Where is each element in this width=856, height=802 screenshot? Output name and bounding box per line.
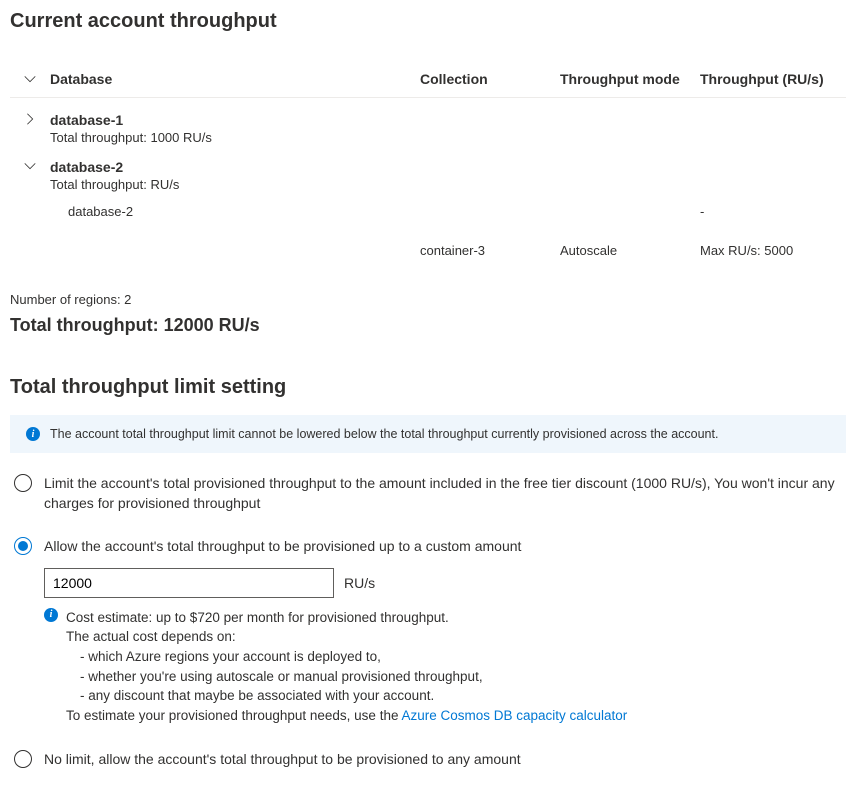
container-mode: Autoscale: [560, 243, 700, 258]
throughput-table: Database Collection Throughput mode Thro…: [10, 61, 846, 270]
container-throughput: Max RU/s: 5000: [700, 243, 846, 258]
page-title: Current account throughput: [10, 10, 846, 33]
table-row: database-2 Total throughput: RU/s: [10, 145, 846, 192]
chevron-down-icon: [23, 72, 37, 86]
total-throughput: Total throughput: 12000 RU/s: [10, 315, 846, 336]
table-row: database-2 -: [10, 192, 846, 231]
table-header-row: Database Collection Throughput mode Thro…: [10, 61, 846, 98]
unit-label: RU/s: [344, 575, 375, 591]
db2-child-name: database-2: [50, 204, 420, 219]
header-collection: Collection: [420, 71, 560, 87]
expand-toggle-db2[interactable]: [10, 159, 50, 173]
cost-estimate-text: Cost estimate: up to $720 per month for …: [66, 608, 846, 725]
capacity-calculator-link[interactable]: Azure Cosmos DB capacity calculator: [401, 708, 627, 723]
custom-amount-input[interactable]: [44, 568, 334, 598]
radio-option-free-tier[interactable]: Limit the account's total provisioned th…: [10, 473, 846, 514]
header-mode: Throughput mode: [560, 71, 700, 87]
table-row: container-3 Autoscale Max RU/s: 5000: [10, 231, 846, 270]
chevron-right-icon: [23, 112, 37, 126]
radio-label-free-tier: Limit the account's total provisioned th…: [44, 473, 846, 514]
db2-child-throughput: -: [700, 204, 846, 219]
chevron-down-icon: [23, 159, 37, 173]
info-icon: i: [26, 427, 40, 441]
db2-subtext: Total throughput: RU/s: [50, 177, 420, 192]
db1-subtext: Total throughput: 1000 RU/s: [50, 130, 420, 145]
radio-option-no-limit[interactable]: No limit, allow the account's total thro…: [10, 749, 846, 769]
info-icon: i: [44, 608, 58, 622]
banner-text: The account total throughput limit canno…: [50, 427, 718, 441]
header-database: Database: [50, 71, 420, 87]
radio-button[interactable]: [14, 750, 32, 768]
radio-button[interactable]: [14, 474, 32, 492]
radio-option-custom[interactable]: Allow the account's total throughput to …: [10, 536, 846, 556]
radio-label-no-limit: No limit, allow the account's total thro…: [44, 749, 521, 769]
regions-count: Number of regions: 2: [10, 292, 846, 307]
expand-all-toggle[interactable]: [10, 72, 50, 86]
header-throughput: Throughput (RU/s): [700, 71, 846, 87]
expand-toggle-db1[interactable]: [10, 112, 50, 126]
db2-name: database-2: [50, 159, 420, 175]
radio-label-custom: Allow the account's total throughput to …: [44, 536, 521, 556]
radio-button[interactable]: [14, 537, 32, 555]
table-row: database-1 Total throughput: 1000 RU/s: [10, 98, 846, 145]
section-title: Total throughput limit setting: [10, 376, 846, 399]
container-name: container-3: [420, 243, 560, 258]
info-banner: i The account total throughput limit can…: [10, 415, 846, 453]
db1-name: database-1: [50, 112, 420, 128]
